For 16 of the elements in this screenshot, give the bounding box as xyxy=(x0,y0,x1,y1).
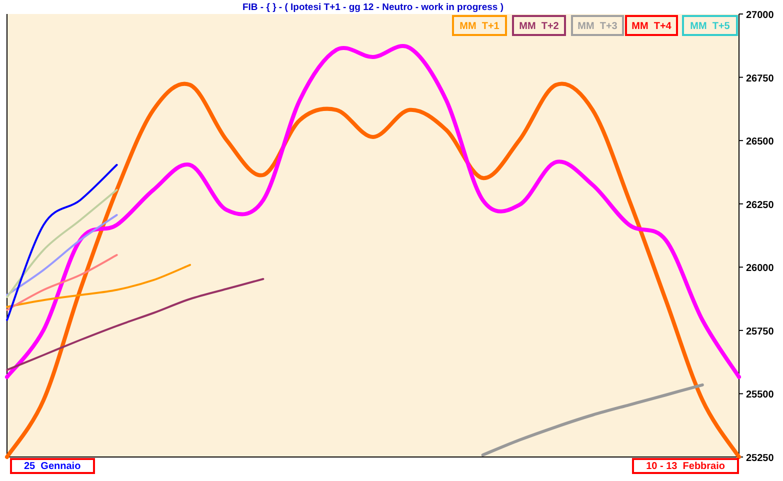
axis-tick-label: 25500 xyxy=(746,390,774,401)
axis-tick-label: 26750 xyxy=(746,73,774,84)
legend-label: MM T+4 xyxy=(632,21,672,32)
legend-label: MM T+2 xyxy=(519,21,559,32)
date-label: 25 Gennaio xyxy=(10,458,95,474)
axis-tick-label: 25250 xyxy=(746,453,774,464)
chart-title: FIB - { } - ( Ipotesi T+1 - gg 12 - Neutro - work in progress ) xyxy=(242,2,504,13)
axis-tick-label: 26250 xyxy=(746,200,774,211)
axis-tick-label: 27000 xyxy=(746,10,774,21)
legend-label: MM T+1 xyxy=(460,21,500,32)
axis-tick-label: 25750 xyxy=(746,326,774,338)
legend-label: MM T+3 xyxy=(578,21,618,32)
date-label: 10 - 13 Febbraio xyxy=(632,458,739,474)
axis-tick-label: 26000 xyxy=(746,263,774,274)
axis-tick-label: 26500 xyxy=(746,136,774,148)
legend-label: MM T+5 xyxy=(690,21,730,32)
